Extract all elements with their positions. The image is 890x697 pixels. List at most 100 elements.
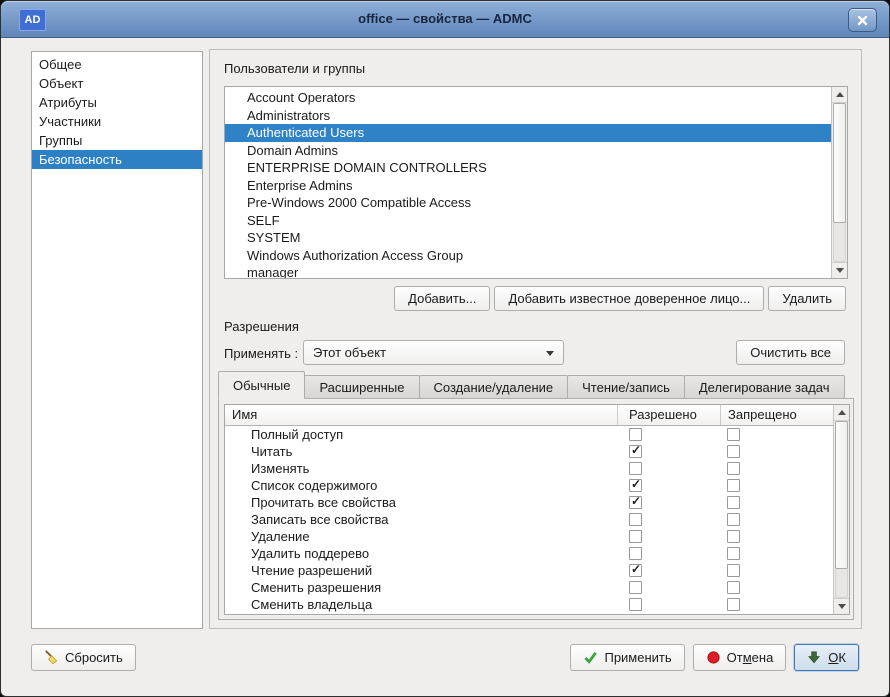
permission-tab[interactable]: Чтение/запись	[567, 375, 685, 399]
permission-row[interactable]: Читать	[225, 443, 834, 460]
permission-name: Чтение разрешений	[225, 563, 617, 578]
sidebar-item[interactable]: Безопасность	[32, 150, 202, 169]
clear-all-button[interactable]: Очистить все	[736, 340, 845, 365]
permission-row[interactable]: Удаление	[225, 528, 834, 545]
trustee-item[interactable]: Administrators	[225, 107, 831, 125]
permission-name: Сменить разрешения	[225, 580, 617, 595]
apply-button[interactable]: Применить	[570, 644, 684, 671]
trustee-item[interactable]: Pre-Windows 2000 Compatible Access	[225, 194, 831, 212]
trustee-item[interactable]: Domain Admins	[225, 142, 831, 160]
allowed-cell	[617, 530, 720, 543]
dialog-buttons: Применить Отмена ОК	[570, 644, 859, 671]
permission-tab[interactable]: Обычные	[218, 371, 305, 399]
allowed-checkbox[interactable]	[629, 547, 642, 560]
sidebar-item[interactable]: Группы	[32, 131, 202, 150]
security-panel: Пользователи и группы Account Operators …	[209, 49, 862, 629]
apply-to-combobox[interactable]: Этот объект	[303, 340, 564, 365]
allowed-cell	[617, 564, 720, 577]
trustee-item[interactable]: SYSTEM	[225, 229, 831, 247]
add-button[interactable]: Добавить...	[394, 286, 490, 311]
denied-checkbox[interactable]	[727, 479, 740, 492]
ok-button[interactable]: ОК	[794, 644, 859, 671]
users-groups-label: Пользователи и группы	[224, 61, 365, 76]
column-denied[interactable]: Запрещено	[720, 405, 834, 425]
trustee-items: Account Operators Administrators Authent…	[225, 89, 831, 278]
allowed-checkbox[interactable]	[629, 479, 642, 492]
chevron-down-icon	[546, 351, 554, 356]
trustee-scrollbar[interactable]	[831, 87, 847, 278]
scroll-up-button[interactable]	[832, 87, 847, 103]
admc-app-icon: AD	[19, 9, 46, 31]
denied-checkbox[interactable]	[727, 428, 740, 441]
denied-checkbox[interactable]	[727, 581, 740, 594]
denied-checkbox[interactable]	[727, 564, 740, 577]
denied-cell	[720, 496, 834, 509]
titlebar[interactable]: AD office — свойства — ADMC	[1, 1, 889, 38]
sidebar-item[interactable]: Объект	[32, 74, 202, 93]
denied-cell	[720, 530, 834, 543]
table-scrollbar[interactable]	[833, 405, 849, 614]
reset-label: Сбросить	[65, 650, 123, 665]
scroll-up-button[interactable]	[834, 405, 849, 421]
permission-row[interactable]: Полный доступ	[225, 426, 834, 443]
denied-cell	[720, 547, 834, 560]
add-well-known-button[interactable]: Добавить известное доверенное лицо...	[494, 286, 764, 311]
trustee-item[interactable]: Windows Authorization Access Group	[225, 247, 831, 265]
trustee-item[interactable]: manager	[225, 264, 831, 278]
allowed-checkbox[interactable]	[629, 581, 642, 594]
trustee-item[interactable]: ENTERPRISE DOMAIN CONTROLLERS	[225, 159, 831, 177]
scroll-down-button[interactable]	[832, 262, 847, 278]
sidebar-item[interactable]: Атрибуты	[32, 93, 202, 112]
allowed-checkbox[interactable]	[629, 513, 642, 526]
sidebar-item[interactable]: Общее	[32, 55, 202, 74]
scroll-down-button[interactable]	[834, 598, 849, 614]
denied-checkbox[interactable]	[727, 530, 740, 543]
scrollbar-thumb[interactable]	[833, 103, 846, 223]
allowed-cell	[617, 598, 720, 611]
permission-name: Полный доступ	[225, 427, 617, 442]
permission-tab[interactable]: Создание/удаление	[419, 375, 569, 399]
allowed-checkbox[interactable]	[629, 530, 642, 543]
scrollbar-thumb[interactable]	[835, 421, 848, 569]
column-allowed[interactable]: Разрешено	[617, 405, 720, 425]
allowed-cell	[617, 581, 720, 594]
stop-circle-icon	[706, 650, 721, 665]
remove-button[interactable]: Удалить	[768, 286, 846, 311]
scroll-down-icon	[836, 268, 844, 273]
permission-row[interactable]: Чтение разрешений	[225, 562, 834, 579]
permission-row[interactable]: Изменять	[225, 460, 834, 477]
permission-row[interactable]: Удалить поддерево	[225, 545, 834, 562]
permission-name: Читать	[225, 444, 617, 459]
allowed-checkbox[interactable]	[629, 564, 642, 577]
permission-row[interactable]: Сменить владельца	[225, 596, 834, 613]
permission-row[interactable]: Записать все свойства	[225, 511, 834, 528]
close-button[interactable]	[848, 8, 877, 32]
permission-row[interactable]: Список содержимого	[225, 477, 834, 494]
trustee-item[interactable]: SELF	[225, 212, 831, 230]
permission-tab[interactable]: Делегирование задач	[684, 375, 845, 399]
column-name[interactable]: Имя	[225, 405, 617, 425]
ok-label: ОК	[828, 650, 846, 665]
permission-row[interactable]: Сменить разрешения	[225, 579, 834, 596]
trustee-item[interactable]: Enterprise Admins	[225, 177, 831, 195]
cancel-button[interactable]: Отмена	[693, 644, 787, 671]
permission-name: Список содержимого	[225, 478, 617, 493]
denied-checkbox[interactable]	[727, 445, 740, 458]
denied-checkbox[interactable]	[727, 513, 740, 526]
allowed-checkbox[interactable]	[629, 462, 642, 475]
trustee-item[interactable]: Account Operators	[225, 89, 831, 107]
allowed-checkbox[interactable]	[629, 598, 642, 611]
denied-checkbox[interactable]	[727, 547, 740, 560]
allowed-checkbox[interactable]	[629, 445, 642, 458]
permission-tab[interactable]: Расширенные	[304, 375, 419, 399]
allowed-checkbox[interactable]	[629, 496, 642, 509]
permission-row[interactable]: Прочитать все свойства	[225, 494, 834, 511]
sidebar-item[interactable]: Участники	[32, 112, 202, 131]
ok-arrow-icon	[807, 650, 822, 665]
denied-checkbox[interactable]	[727, 496, 740, 509]
reset-button[interactable]: Сбросить	[31, 644, 136, 671]
denied-checkbox[interactable]	[727, 598, 740, 611]
trustee-item[interactable]: Authenticated Users	[225, 124, 831, 142]
allowed-checkbox[interactable]	[629, 428, 642, 441]
denied-checkbox[interactable]	[727, 462, 740, 475]
